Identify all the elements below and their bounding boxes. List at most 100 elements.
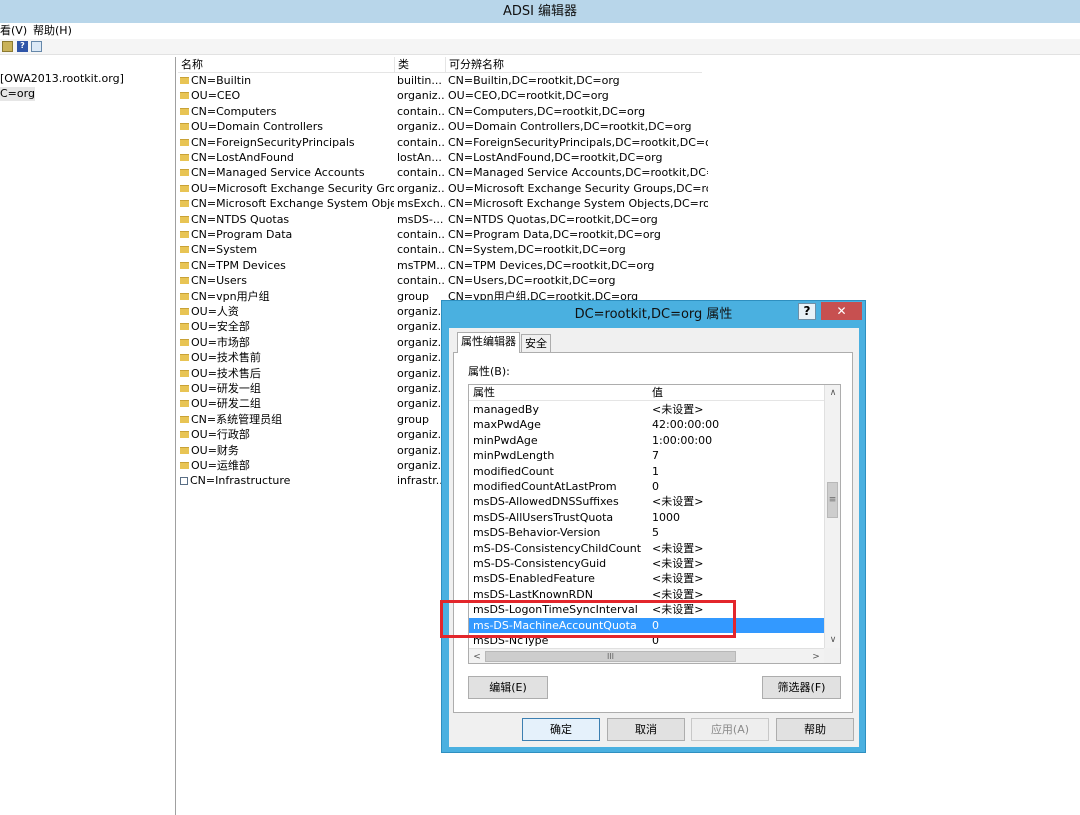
edit-button[interactable]: 编辑(E) (468, 676, 548, 699)
attribute-row[interactable]: managedBy <未设置> (469, 402, 824, 417)
help-icon[interactable]: ? (17, 41, 28, 52)
tree-item-server[interactable]: [OWA2013.rootkit.org] (0, 72, 124, 86)
list-item-name-text: OU=技术售前 (191, 351, 261, 365)
list-item-name: OU=CEO (180, 88, 394, 103)
attribute-row[interactable]: msDS-AllowedDNSSuffixes <未设置> (469, 494, 824, 509)
scroll-thumb[interactable]: ≡ (827, 482, 838, 518)
scroll-left-icon[interactable]: < (469, 649, 485, 663)
attribute-row[interactable]: mS-DS-ConsistencyChildCount <未设置> (469, 541, 824, 556)
scroll-down-icon[interactable]: ∨ (825, 632, 840, 648)
list-item-name: OU=运维部 (180, 458, 394, 473)
folder-icon (180, 123, 189, 131)
column-header-value[interactable]: 值 (652, 386, 663, 400)
menu-bar: 看(V) 帮助(H) (0, 23, 1080, 39)
show-hide-console-tree-icon[interactable] (31, 41, 42, 52)
list-item-class: builtin... (397, 74, 442, 87)
column-header-dn[interactable]: 可分辨名称 (449, 58, 504, 72)
attribute-value: 5 (652, 526, 659, 540)
horizontal-scrollbar[interactable]: < III > (469, 648, 824, 663)
help-icon[interactable]: ? (798, 303, 816, 320)
list-item-class: msTPM... (397, 258, 445, 272)
folder-icon (180, 200, 189, 208)
folder-icon (180, 400, 189, 408)
list-item-name: CN=Infrastructure (180, 473, 394, 488)
list-item-name: OU=技术售前 (180, 350, 394, 365)
folder-icon (180, 154, 189, 161)
list-item-dn: CN=Microsoft Exchange System Objects,DC=… (448, 197, 708, 211)
list-item-class: organiz... (397, 428, 445, 442)
scroll-up-icon[interactable]: ∧ (825, 385, 840, 401)
list-item-dn: CN=Users,DC=rootkit,DC=org (448, 274, 616, 288)
attribute-name: msDS-Behavior-Version (473, 526, 601, 540)
menu-help[interactable]: 帮助(H) (33, 24, 72, 38)
column-header-name[interactable]: 名称 (181, 58, 203, 72)
list-item-name-text: CN=TPM Devices (191, 258, 286, 272)
list-item-exchange-security-groups[interactable]: OU=Microsoft Exchange Security Groups org… (178, 181, 718, 196)
attribute-name: minPwdAge (473, 433, 538, 447)
attribute-row[interactable]: msDS-EnabledFeature <未设置> (469, 571, 824, 586)
column-separator[interactable] (394, 57, 395, 73)
ok-button[interactable]: 确定 (522, 718, 600, 741)
scroll-right-icon[interactable]: > (808, 649, 824, 663)
column-header-attribute[interactable]: 属性 (473, 386, 495, 400)
attribute-value: <未设置> (652, 572, 704, 586)
list-item-computers[interactable]: CN=Computers contain... CN=Computers,DC=ro… (178, 104, 718, 119)
folder-icon (180, 277, 189, 285)
tab-attribute-editor[interactable]: 属性编辑器 (457, 332, 520, 353)
list-item-ntds-quotas[interactable]: CN=NTDS Quotas msDS-... CN=NTDS Quotas,DC=… (178, 212, 718, 227)
attribute-row[interactable]: maxPwdAge 42:00:00:00 (469, 417, 824, 432)
list-item-class: group (397, 289, 429, 303)
attribute-row[interactable]: modifiedCount 1 (469, 464, 824, 479)
list-item-name: CN=Program Data (180, 227, 394, 242)
column-header-class[interactable]: 类 (398, 58, 409, 72)
list-item-name-text: OU=行政部 (191, 428, 250, 442)
attribute-row[interactable]: msDS-Behavior-Version 5 (469, 525, 824, 540)
list-item-name-text: OU=技术售后 (191, 366, 261, 380)
properties-dialog: DC=rootkit,DC=org 属性 ? ✕ 属性编辑器 安全 属性(B):… (441, 300, 866, 753)
close-icon[interactable]: ✕ (821, 302, 862, 320)
list-item-dn: OU=Microsoft Exchange Security Groups,DC… (448, 181, 708, 195)
apply-button[interactable]: 应用(A) (691, 718, 769, 741)
tree-item-domain[interactable]: C=org (0, 87, 35, 101)
help-button[interactable]: 帮助 (776, 718, 854, 741)
adsi-editor-window: ADSI 编辑器 看(V) 帮助(H) ? [OWA2013.rootkit.o… (0, 0, 1080, 815)
folder-icon (180, 184, 189, 192)
vertical-scrollbar[interactable]: ∧ ≡ ∨ (824, 385, 840, 648)
list-item-name-text: OU=研发一组 (191, 382, 261, 395)
filter-button[interactable]: 筛选器(F) (762, 676, 841, 699)
attribute-row[interactable]: msDS-AllUsersTrustQuota 1000 (469, 510, 824, 525)
list-item-domain-controllers[interactable]: OU=Domain Controllers organiz... OU=Domain… (178, 119, 718, 134)
list-item-class: group (397, 412, 429, 426)
list-item-managed-service-accounts[interactable]: CN=Managed Service Accounts contain... CN=… (178, 165, 718, 180)
list-item-users[interactable]: CN=Users contain... CN=Users,DC=rootkit,DC… (178, 273, 718, 288)
list-item-name: OU=市场部 (180, 335, 394, 350)
tab-security[interactable]: 安全 (521, 334, 551, 353)
attribute-row[interactable]: minPwdAge 1:00:00:00 (469, 433, 824, 448)
list-item-dn: CN=ForeignSecurityPrincipals,DC=rootkit,… (448, 135, 708, 149)
list-item-class: organiz... (397, 397, 445, 411)
attribute-row[interactable]: minPwdLength 7 (469, 448, 824, 463)
attribute-row[interactable]: modifiedCountAtLastProm 0 (469, 479, 824, 494)
list-item-program-data[interactable]: CN=Program Data contain... CN=Program Data… (178, 227, 718, 242)
menu-view[interactable]: 看(V) (0, 24, 27, 38)
list-item-class: organiz... (397, 320, 445, 334)
list-item-name-text: CN=系统管理员组 (191, 412, 283, 426)
attribute-row[interactable]: mS-DS-ConsistencyGuid <未设置> (469, 556, 824, 571)
column-separator[interactable] (445, 57, 446, 73)
list-item-builtin[interactable]: CN=Builtin builtin... CN=Builtin,DC=rootki… (178, 73, 718, 88)
folder-icon (180, 107, 189, 115)
horizontal-scroll-thumb[interactable]: III (485, 651, 736, 662)
toolbar: ? (0, 39, 1080, 55)
list-item-dn: OU=CEO,DC=rootkit,DC=org (448, 89, 609, 103)
folder-icon (180, 246, 189, 254)
list-item-system[interactable]: CN=System contain... CN=System,DC=rootkit,… (178, 242, 718, 257)
list-item-name: CN=ForeignSecurityPrincipals (180, 135, 394, 150)
list-item-ceo[interactable]: OU=CEO organiz... OU=CEO,DC=rootkit,DC=org (178, 88, 718, 103)
scrollbar-corner (824, 648, 840, 663)
list-item-exchange-system-objects[interactable]: CN=Microsoft Exchange System Objects msEx… (178, 196, 718, 211)
up-folder-icon[interactable] (2, 41, 13, 52)
list-item-foreign-security-principals[interactable]: CN=ForeignSecurityPrincipals contain... CN… (178, 135, 718, 150)
list-item-lost-and-found[interactable]: CN=LostAndFound lostAn... CN=LostAndFound,… (178, 150, 718, 165)
list-item-tpm-devices[interactable]: CN=TPM Devices msTPM... CN=TPM Devices,DC=… (178, 258, 718, 273)
cancel-button[interactable]: 取消 (607, 718, 685, 741)
